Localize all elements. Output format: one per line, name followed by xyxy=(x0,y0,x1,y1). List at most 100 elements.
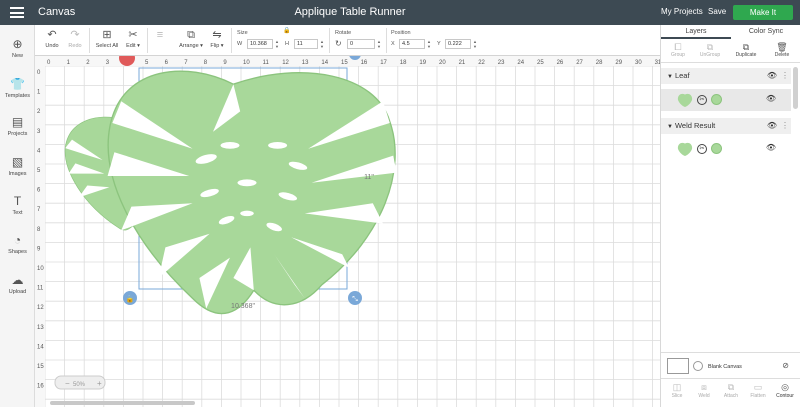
ruler-tick-label: 16 xyxy=(361,60,368,66)
sidebar-item-new[interactable]: ⊕ New xyxy=(0,37,35,59)
eye-icon[interactable]: 👁 xyxy=(767,118,777,134)
sidebar-item-upload[interactable]: ☁ Upload xyxy=(0,273,35,295)
leaf-thumbnail-icon xyxy=(677,142,693,156)
shapes-icon: ◔ xyxy=(13,233,22,247)
x-stepper[interactable]: ▲ ▼ xyxy=(426,39,432,49)
edit-toolbar: ↶ Undo ↷ Redo ⊞ Select All ✂ Edit ▾ ≡ ⧉ … xyxy=(35,25,660,56)
layer-group-weld-result[interactable]: ▼ Weld Result 👁 ⋮ xyxy=(661,118,791,134)
ruler-tick-label: 13 xyxy=(302,60,309,66)
collapse-caret-icon[interactable]: ▼ xyxy=(667,119,673,135)
images-icon: ▧ xyxy=(11,155,24,169)
contour-button[interactable]: ◎ Contour xyxy=(773,382,797,399)
blank-canvas-color-icon[interactable] xyxy=(693,361,703,371)
lock-aspect-icon[interactable]: 🔒 xyxy=(283,27,290,34)
tab-layers[interactable]: Layers xyxy=(661,25,731,39)
zoom-control: − 50% + xyxy=(54,375,106,390)
arrange-button[interactable]: ⧉ Arrange ▾ xyxy=(175,25,207,56)
duplicate-button[interactable]: ⧉ Duplicate xyxy=(734,42,758,58)
more-icon[interactable]: ⋮ xyxy=(781,118,789,134)
redo-button[interactable]: ↷ Redo xyxy=(64,25,86,56)
height-input[interactable]: 11 xyxy=(294,39,318,49)
layer-row-weld-result[interactable]: ✂ 👁 xyxy=(661,138,791,160)
make-it-button[interactable]: Make It xyxy=(733,5,793,20)
layer-row-leaf[interactable]: ✂ 👁 xyxy=(661,89,791,111)
delete-button[interactable]: 🗑 Delete xyxy=(770,42,794,58)
attach-icon: ⧉ xyxy=(727,382,735,392)
top-bar: Canvas Applique Table Runner My Projects… xyxy=(0,0,800,25)
zoom-out-button[interactable]: − xyxy=(65,379,70,388)
layers-panel: Layers Color Sync ⧠ Group ⧉ UnGroup ⧉ Du… xyxy=(660,25,800,407)
align-icon: ≡ xyxy=(156,29,164,41)
position-label: Position xyxy=(391,30,411,36)
ruler-tick-label: 27 xyxy=(576,60,583,66)
blank-canvas-row[interactable]: Blank Canvas ⊘ xyxy=(661,352,800,376)
height-label: H xyxy=(285,41,289,47)
zoom-in-button[interactable]: + xyxy=(97,379,102,388)
ruler-tick-label: 20 xyxy=(439,60,446,66)
weld-button[interactable]: ⧈ Weld xyxy=(692,382,716,399)
eye-icon[interactable]: 👁 xyxy=(766,94,776,103)
blank-canvas-swatch[interactable] xyxy=(667,358,689,374)
attach-button[interactable]: ⧉ Attach xyxy=(719,382,743,399)
eye-icon[interactable]: 👁 xyxy=(767,68,777,84)
save-link[interactable]: Save xyxy=(708,7,726,16)
ruler-tick-label: 30 xyxy=(635,60,642,66)
large-monstera-leaf[interactable] xyxy=(107,70,397,315)
panel-scrollbar[interactable] xyxy=(793,67,798,109)
select-all-icon: ⊞ xyxy=(102,29,112,41)
tab-color-sync[interactable]: Color Sync xyxy=(731,25,800,39)
sidebar-item-images[interactable]: ▧ Images xyxy=(0,155,35,177)
undo-button[interactable]: ↶ Undo xyxy=(41,25,63,56)
left-sidebar: ⊕ New 👕 Templates ▤ Projects ▧ Images T … xyxy=(0,25,35,407)
scissors-icon: ✂ xyxy=(128,29,138,41)
y-stepper[interactable]: ▲ ▼ xyxy=(472,39,478,49)
flatten-button[interactable]: ▭ Flatten xyxy=(746,382,770,399)
flatten-icon: ▭ xyxy=(753,382,763,392)
leaf-thumbnail-icon xyxy=(677,93,693,107)
ruler-tick-label: 17 xyxy=(380,60,387,66)
height-stepper[interactable]: ▲ ▼ xyxy=(319,39,325,49)
ruler-tick-label: 18 xyxy=(400,60,407,66)
sidebar-item-projects[interactable]: ▤ Projects xyxy=(0,115,35,137)
sidebar-item-shapes[interactable]: ◔ Shapes xyxy=(0,233,35,255)
project-title: Applique Table Runner xyxy=(294,6,406,18)
width-input[interactable]: 10.368 xyxy=(247,39,273,49)
collapse-caret-icon[interactable]: ▼ xyxy=(667,69,673,85)
flip-button[interactable]: ⇋ Flip ▾ xyxy=(208,25,226,56)
design-canvas[interactable]: 0123456789101112131415161718192021222324… xyxy=(35,56,660,407)
canvas-grid[interactable]: 0123456789101112131415161718192021222324… xyxy=(35,56,660,407)
layer-color-swatch[interactable] xyxy=(711,143,722,154)
rotate-stepper[interactable]: ▲ ▼ xyxy=(376,39,382,49)
rotate-input[interactable]: 0 xyxy=(347,39,375,49)
more-icon[interactable]: ⋮ xyxy=(781,68,789,84)
sidebar-item-templates[interactable]: 👕 Templates xyxy=(0,77,35,99)
width-stepper[interactable]: ▲ ▼ xyxy=(274,39,280,49)
slice-button[interactable]: ◫ Slice xyxy=(665,382,689,399)
ruler-tick-label: 21 xyxy=(459,60,466,66)
align-button[interactable]: ≡ xyxy=(153,25,167,56)
sidebar-item-text[interactable]: T Text xyxy=(0,194,35,216)
toolbar-divider xyxy=(231,28,232,53)
ruler-tick-label: 13 xyxy=(37,325,44,331)
eye-off-icon[interactable]: ⊘ xyxy=(782,361,789,370)
ruler-tick-label: 10 xyxy=(243,60,250,66)
layer-actions: ⧠ Group ⧉ UnGroup ⧉ Duplicate 🗑 Delete xyxy=(661,39,800,63)
ungroup-button[interactable]: ⧉ UnGroup xyxy=(698,42,722,58)
horizontal-scrollbar[interactable] xyxy=(50,401,195,405)
layer-color-swatch[interactable] xyxy=(711,94,722,105)
width-dimension: 10.368" xyxy=(231,303,255,310)
my-projects-link[interactable]: My Projects xyxy=(661,7,703,16)
resize-glyph: ⤡ xyxy=(352,296,358,303)
y-position-input[interactable]: 0.222 xyxy=(445,39,471,49)
edit-button[interactable]: ✂ Edit ▾ xyxy=(123,25,143,56)
ruler-tick-label: 26 xyxy=(557,60,564,66)
select-all-button[interactable]: ⊞ Select All xyxy=(93,25,121,56)
width-label: W xyxy=(237,41,243,47)
eye-icon[interactable]: 👁 xyxy=(766,143,776,152)
layer-group-leaf[interactable]: ▼ Leaf 👁 ⋮ xyxy=(661,68,791,84)
group-button[interactable]: ⧠ Group xyxy=(666,42,690,58)
blank-canvas-label: Blank Canvas xyxy=(708,364,742,370)
group-icon: ⧠ xyxy=(674,42,682,52)
x-position-input[interactable]: 4.5 xyxy=(399,39,425,49)
ruler-tick-label: 15 xyxy=(37,364,44,370)
